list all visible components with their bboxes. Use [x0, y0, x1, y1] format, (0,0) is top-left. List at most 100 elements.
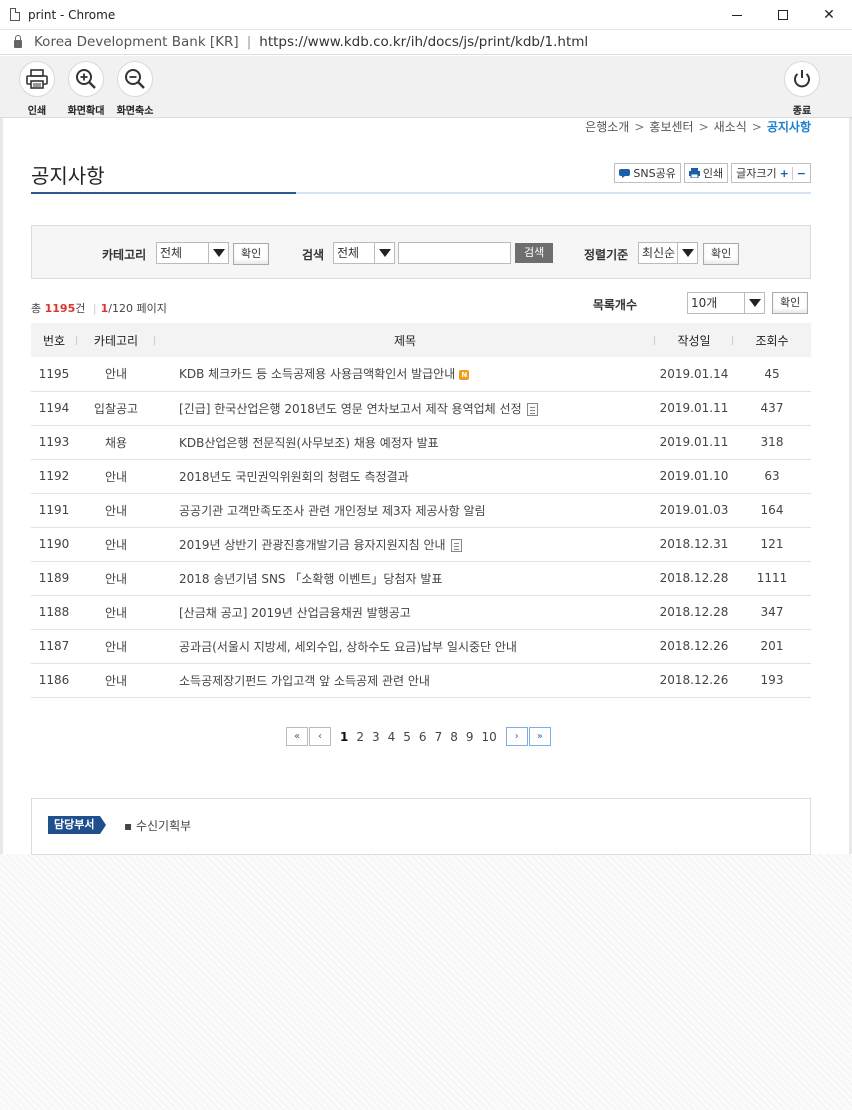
row-views: 437: [733, 391, 811, 426]
exit-label: 종료: [792, 106, 812, 117]
page-number-link[interactable]: 2: [352, 730, 368, 744]
page-number-link[interactable]: 3: [368, 730, 384, 744]
maximize-button[interactable]: [760, 0, 806, 30]
row-title-link[interactable]: KDB산업은행 전문직원(사무보조) 채용 예정자 발표: [179, 436, 439, 450]
notice-table: 번호 카테고리 제목 작성일 조회수 1195 안내 KDB 체크카드 등 소득공제…: [31, 323, 811, 698]
sns-share-button[interactable]: SNS공유: [614, 163, 681, 183]
row-date: 2019.01.03: [655, 493, 733, 528]
zoom-out-button[interactable]: 화면축소: [113, 61, 157, 117]
row-date: 2018.12.26: [655, 629, 733, 664]
row-views: 164: [733, 493, 811, 528]
page-number-link[interactable]: 1: [336, 730, 352, 744]
category-select-value: 전체: [160, 246, 183, 260]
table-row[interactable]: 1190 안내 2019년 상반기 관광진흥개발기금 융자지원지침 안내 2018.1…: [31, 527, 811, 562]
row-title-cell: KDB 체크카드 등 소득공제용 사용금액확인서 발급안내 N: [155, 357, 655, 392]
table-row[interactable]: 1189 안내 2018 송년기념 SNS 「소확행 이벤트」당첨자 발표 2018.…: [31, 561, 811, 596]
breadcrumb-item[interactable]: 새소식: [714, 118, 747, 135]
row-title-link[interactable]: [긴급] 한국산업은행 2018년도 영문 연차보고서 제작 용역업체 선정: [179, 402, 522, 416]
row-title-link[interactable]: 공과금(서울시 지방세, 세외수입, 상하수도 요금)납부 일시중단 안내: [179, 640, 517, 654]
close-window-button[interactable]: ✕: [806, 0, 852, 30]
table-row[interactable]: 1186 안내 소득공제장기펀드 가입고객 앞 소득공제 관련 안내 2018.12.…: [31, 663, 811, 698]
chevron-right-icon: ›: [514, 731, 519, 742]
table-header-row: 번호 카테고리 제목 작성일 조회수: [31, 323, 811, 357]
row-category: 안내: [77, 357, 155, 392]
row-number: 1186: [31, 663, 77, 698]
address-separator: |: [246, 34, 252, 50]
row-category: 안내: [77, 459, 155, 494]
row-number: 1193: [31, 425, 77, 460]
row-date: 2019.01.11: [655, 391, 733, 426]
row-title-link[interactable]: 공공기관 고객만족도조사 관련 개인정보 제3자 제공사항 알림: [179, 504, 486, 518]
list-count-confirm-button[interactable]: 확인: [772, 292, 809, 314]
row-title-cell: 2018년도 국민권익위원회의 청렴도 측정결과: [155, 459, 655, 494]
print-button[interactable]: 인쇄: [683, 163, 729, 183]
list-count-select[interactable]: 10개: [687, 292, 765, 314]
font-increase-button[interactable]: +: [780, 167, 789, 180]
sort-select[interactable]: 최신순: [638, 242, 698, 264]
header-title: 제목: [155, 323, 655, 357]
table-row[interactable]: 1193 채용 KDB산업은행 전문직원(사무보조) 채용 예정자 발표 2019.0…: [31, 425, 811, 460]
table-row[interactable]: 1188 안내 [산금채 공고] 2019년 산업금융채권 발행공고 2018.12.…: [31, 595, 811, 630]
table-row[interactable]: 1191 안내 공공기관 고객만족도조사 관련 개인정보 제3자 제공사항 알림 20…: [31, 493, 811, 528]
row-title-link[interactable]: 2018년도 국민권익위원회의 청렴도 측정결과: [179, 470, 409, 484]
minimize-icon: [732, 14, 742, 16]
page-number-link[interactable]: 8: [446, 730, 462, 744]
zoom-in-icon: [68, 61, 104, 97]
row-title-link[interactable]: 2018 송년기념 SNS 「소확행 이벤트」당첨자 발표: [179, 572, 442, 586]
print-tool-label: 인쇄: [27, 106, 47, 117]
list-count-label: 목록개수: [592, 298, 637, 312]
maximize-icon: [778, 10, 788, 20]
table-row[interactable]: 1194 입찰공고 [긴급] 한국산업은행 2018년도 영문 연차보고서 제작 용…: [31, 391, 811, 426]
row-category: 안내: [77, 493, 155, 528]
sns-share-label: SNS공유: [633, 167, 676, 180]
row-title-link[interactable]: 소득공제장기펀드 가입고객 앞 소득공제 관련 안내: [179, 674, 430, 688]
search-field-select[interactable]: 전체: [333, 242, 395, 264]
search-input[interactable]: [398, 242, 511, 264]
row-date: 2019.01.14: [655, 357, 733, 392]
breadcrumb-item[interactable]: 은행소개: [585, 118, 629, 135]
header-number: 번호: [31, 323, 77, 357]
table-row[interactable]: 1195 안내 KDB 체크카드 등 소득공제용 사용금액확인서 발급안내 N 2019…: [31, 357, 811, 392]
department-name-text: 수신기획부: [135, 819, 192, 833]
table-row[interactable]: 1192 안내 2018년도 국민권익위원회의 청렴도 측정결과 2019.01.10…: [31, 459, 811, 494]
sort-confirm-button[interactable]: 확인: [703, 243, 740, 265]
breadcrumb-item[interactable]: 홍보센터: [649, 118, 693, 135]
department-tag: 담당부서: [48, 816, 108, 834]
prev-page-button[interactable]: ‹: [309, 727, 331, 746]
printer-icon: [19, 61, 55, 97]
row-date: 2018.12.31: [655, 527, 733, 562]
search-button[interactable]: 검색: [515, 243, 554, 263]
window-title: print - Chrome: [28, 7, 116, 22]
row-title-link[interactable]: KDB 체크카드 등 소득공제용 사용금액확인서 발급안내: [179, 367, 455, 381]
page-number-link[interactable]: 5: [399, 730, 415, 744]
category-select[interactable]: 전체: [156, 242, 229, 264]
row-title-link[interactable]: 2019년 상반기 관광진흥개발기금 융자지원지침 안내: [179, 538, 446, 552]
row-category: 안내: [77, 561, 155, 596]
exit-button[interactable]: 종료: [780, 61, 824, 117]
first-page-button[interactable]: «: [286, 727, 308, 746]
page-number-link[interactable]: 10: [477, 730, 500, 744]
zoom-out-label: 화면축소: [116, 106, 154, 117]
print-tool-button[interactable]: 인쇄: [15, 61, 59, 117]
next-page-button[interactable]: ›: [505, 727, 528, 746]
row-title-cell: [긴급] 한국산업은행 2018년도 영문 연차보고서 제작 용역업체 선정: [155, 391, 655, 426]
search-panel: 카테고리 전체 확인 검색 전체 검색 정렬기준 최신순 확인: [31, 225, 811, 279]
page-number-link[interactable]: 6: [415, 730, 431, 744]
font-decrease-button[interactable]: −: [791, 166, 806, 180]
row-date: 2018.12.28: [655, 595, 733, 630]
page-title: 공지사항: [31, 164, 105, 188]
row-views: 201: [733, 629, 811, 664]
address-bar[interactable]: Korea Development Bank [KR] | https://ww…: [0, 30, 852, 55]
row-title-link[interactable]: [산금채 공고] 2019년 산업금융채권 발행공고: [179, 606, 411, 620]
last-page-button[interactable]: »: [528, 727, 551, 746]
page-number-link[interactable]: 9: [462, 730, 478, 744]
zoom-in-button[interactable]: 화면확대: [64, 61, 108, 117]
minimize-button[interactable]: [714, 0, 760, 30]
row-title-cell: [산금채 공고] 2019년 산업금융채권 발행공고: [155, 595, 655, 630]
window-titlebar: print - Chrome ✕: [0, 0, 852, 30]
page-number-link[interactable]: 7: [431, 730, 447, 744]
department-box: 담당부서 ▪ 수신기획부: [31, 798, 811, 855]
table-row[interactable]: 1187 안내 공과금(서울시 지방세, 세외수입, 상하수도 요금)납부 일시중단…: [31, 629, 811, 664]
category-confirm-button[interactable]: 확인: [233, 243, 270, 265]
page-number-link[interactable]: 4: [384, 730, 400, 744]
